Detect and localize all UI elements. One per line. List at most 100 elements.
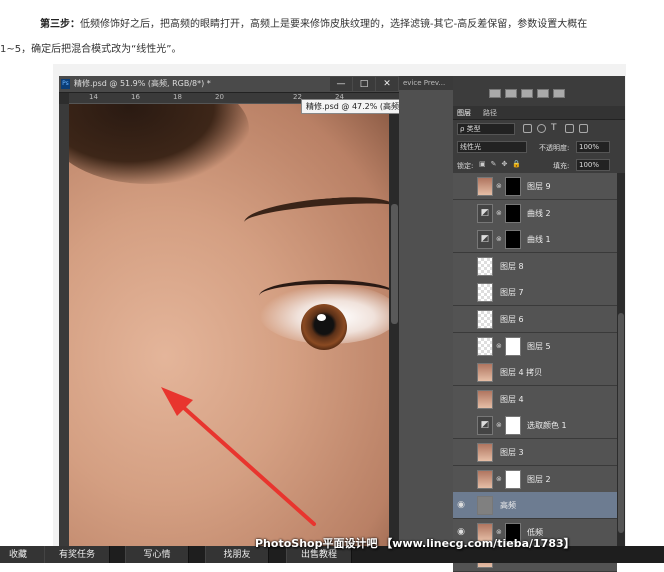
link-chain-icon[interactable]: ⊗ <box>496 209 502 217</box>
scrollbar-thumb[interactable] <box>391 204 398 324</box>
filter-adjust-icon[interactable] <box>537 124 546 133</box>
layer-thumbnail <box>477 177 493 196</box>
ruler-tick: 14 <box>89 93 98 101</box>
document-tab-title[interactable]: 精修.psd @ 51.9% (高频, RGB/8*) * <box>74 78 211 89</box>
opacity-input[interactable]: 100% <box>576 141 610 153</box>
ruler-tick: 18 <box>173 93 182 101</box>
layer-name: 图层 2 <box>527 474 551 484</box>
layer-row[interactable]: ◩ ⊗ 选取颜色 1 <box>453 412 617 440</box>
minimize-button[interactable]: — <box>330 77 352 91</box>
eye-hidden-icon[interactable] <box>456 181 466 191</box>
layer-thumbnail <box>477 363 493 383</box>
eye-hidden-icon[interactable] <box>456 314 466 324</box>
maximize-button[interactable]: □ <box>353 77 375 91</box>
layer-name: 图层 3 <box>500 448 524 457</box>
step-label: 第三步： <box>40 19 80 30</box>
link-chain-icon[interactable]: ⊗ <box>496 235 502 243</box>
gray-strip <box>399 90 453 563</box>
layer-row[interactable]: ◩ ⊗ 曲线 2 <box>453 199 617 227</box>
eye-hidden-icon[interactable] <box>456 341 466 351</box>
layer-row[interactable]: ◉ 高频 <box>453 492 617 520</box>
layer-thumbnail <box>477 443 493 462</box>
layer-mask-thumbnail[interactable] <box>505 336 521 356</box>
layer-row[interactable]: 图层 8 <box>453 252 617 280</box>
eye-icon[interactable]: ◉ <box>456 500 466 510</box>
photoshop-window: Ps 精修.psd @ 51.9% (高频, RGB/8*) * — □ ✕ 1… <box>59 76 625 572</box>
reward-task-button[interactable]: 有奖任务 <box>44 546 110 563</box>
panel-scroll-thumb[interactable] <box>618 313 624 533</box>
layer-thumbnail <box>477 310 493 329</box>
favorite-button[interactable]: 收藏 <box>0 546 48 563</box>
layer-thumbnail <box>477 256 493 276</box>
eye-hidden-icon[interactable] <box>456 474 466 484</box>
eye-hidden-icon[interactable] <box>456 394 466 404</box>
layer-thumbnail <box>477 336 493 356</box>
link-chain-icon[interactable]: ⊗ <box>496 182 502 190</box>
filter-pixel-icon[interactable] <box>523 124 532 133</box>
layer-mask-thumbnail[interactable] <box>505 416 521 436</box>
adjustment-layer-icon: ◩ <box>477 230 493 250</box>
layer-row[interactable]: ⊗ 图层 5 <box>453 332 617 360</box>
panel-icon[interactable] <box>537 89 549 98</box>
filter-row: ρ 类型 T <box>455 123 615 137</box>
lock-row: 锁定: ▣✎✥🔒 填充: 100% <box>455 159 615 173</box>
blend-row: 线性光 不透明度: 100% <box>455 141 615 155</box>
canvas-photo[interactable] <box>69 104 389 563</box>
intro-text: 第三步：低频修饰好之后，把高频的眼睛打开，高频上是要来修饰皮肤纹理的，选择滤镜-… <box>0 12 664 62</box>
opacity-label: 不透明度: <box>539 144 570 152</box>
panel-icons-row <box>453 76 625 106</box>
link-chain-icon[interactable]: ⊗ <box>496 475 502 483</box>
layer-row[interactable]: 图层 4 拷贝 <box>453 359 617 387</box>
eye-hidden-icon[interactable] <box>456 447 466 457</box>
panel-icon[interactable] <box>505 89 517 98</box>
filter-smart-icon[interactable] <box>579 124 588 133</box>
intro-line-1: 第三步：低频修饰好之后，把高频的眼睛打开，高频上是要来修饰皮肤纹理的，选择滤镜-… <box>0 12 664 37</box>
layer-mask-thumbnail[interactable] <box>505 203 521 223</box>
layer-mask-thumbnail[interactable] <box>505 177 521 196</box>
layer-name: 曲线 1 <box>527 235 551 245</box>
layer-mask-thumbnail[interactable] <box>505 230 521 250</box>
lock-label: 锁定: <box>457 162 474 170</box>
panel-icon[interactable] <box>489 89 501 98</box>
write-mood-button[interactable]: 写心情 <box>125 546 189 563</box>
eye-hidden-icon[interactable] <box>456 367 466 377</box>
layer-mask-thumbnail[interactable] <box>505 469 521 489</box>
device-preview-tab[interactable]: evice Prev... <box>399 76 453 90</box>
kind-filter-select[interactable]: ρ 类型 <box>457 123 515 135</box>
layer-thumbnail <box>477 469 493 489</box>
layer-row[interactable]: ◩ ⊗ 曲线 1 <box>453 226 617 254</box>
tab-paths[interactable]: 路径 <box>483 108 497 118</box>
blend-mode-select[interactable]: 线性光 <box>457 141 527 153</box>
eye-hidden-icon[interactable] <box>456 234 466 244</box>
link-chain-icon[interactable]: ⊗ <box>496 421 502 429</box>
layer-row[interactable]: 图层 7 <box>453 279 617 307</box>
red-arrow-icon <box>161 387 316 526</box>
canvas-scrollbar[interactable] <box>390 104 399 563</box>
eye-hidden-icon[interactable] <box>456 420 466 430</box>
eye-hidden-icon[interactable] <box>456 261 466 271</box>
panel-scrollbar[interactable] <box>617 173 625 563</box>
eye-hidden-icon[interactable] <box>456 287 466 297</box>
layer-row[interactable]: 图层 3 <box>453 439 617 466</box>
tab-layers[interactable]: 图层 <box>457 108 471 118</box>
fill-input[interactable]: 100% <box>576 159 610 171</box>
layer-thumbnail <box>477 283 493 303</box>
link-chain-icon[interactable]: ⊗ <box>496 342 502 350</box>
lock-icons[interactable]: ▣✎✥🔒 <box>479 160 526 168</box>
adjustment-layer-icon: ◩ <box>477 416 493 436</box>
fill-label: 填充: <box>553 162 570 170</box>
layer-row[interactable]: ⊗ 图层 2 <box>453 465 617 493</box>
layer-thumbnail <box>477 389 493 409</box>
layer-name: 选取颜色 1 <box>527 421 567 431</box>
filter-shape-icon[interactable] <box>565 124 574 133</box>
layer-row[interactable]: 图层 6 <box>453 306 617 333</box>
panel-icon[interactable] <box>521 89 533 98</box>
layer-name: 曲线 2 <box>527 208 551 218</box>
layer-row[interactable]: 图层 4 <box>453 385 617 413</box>
close-button[interactable]: ✕ <box>376 77 398 91</box>
panel-icon[interactable] <box>553 89 565 98</box>
filter-type-icon[interactable]: T <box>551 124 560 133</box>
layer-row[interactable]: ⊗ 图层 9 <box>453 173 617 200</box>
eye-hidden-icon[interactable] <box>456 208 466 218</box>
layer-name: 图层 8 <box>500 261 524 271</box>
